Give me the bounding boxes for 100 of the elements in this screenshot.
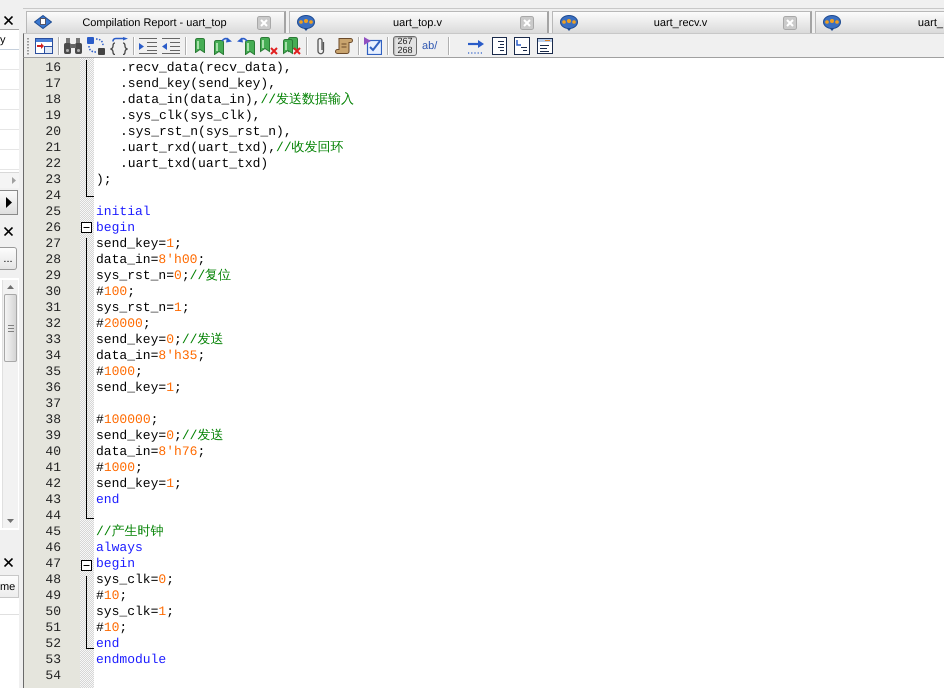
outdent-icon[interactable] (162, 38, 180, 54)
code-line: sys_rst_n=0;//复位 (96, 268, 232, 283)
tab[interactable]: uart_top.v (289, 11, 549, 33)
bookmark-arrow-icon[interactable] (237, 36, 255, 54)
indent-icon[interactable] (139, 38, 157, 54)
line-number: 38 (45, 412, 61, 428)
window-lines-icon[interactable] (537, 38, 554, 54)
document-lines-icon[interactable] (492, 36, 508, 54)
collapse-icon[interactable] (81, 222, 92, 233)
line-number: 44 (45, 508, 61, 524)
code-line: #10; (96, 588, 128, 603)
line-number: 51 (45, 620, 61, 636)
close-icon[interactable] (4, 226, 13, 236)
code-line: send_key=0;//发送 (96, 332, 224, 347)
checkbox-icon[interactable] (364, 36, 382, 54)
code-line: .uart_txd(uart_txd) (120, 156, 268, 171)
line-number: 30 (45, 284, 61, 300)
tab[interactable]: Compilation Report - uart_top (26, 11, 286, 33)
speech-bubble-icon (297, 14, 315, 30)
code-line: send_key=1; (96, 380, 182, 395)
scroll-thumb[interactable] (4, 294, 17, 362)
bookmarks-delete-icon[interactable] (283, 36, 301, 54)
close-icon[interactable] (4, 558, 13, 567)
tab[interactable]: uart_recv.v (552, 11, 812, 33)
bookmark-arrow-icon[interactable] (214, 36, 232, 54)
code-line: #10; (96, 620, 128, 635)
list-item[interactable]: y (0, 34, 6, 46)
line-number: 43 (45, 492, 61, 508)
code-line: sys_rst_n=1; (96, 300, 190, 315)
scroll-up-icon[interactable] (7, 285, 14, 289)
line-number: 52 (45, 636, 61, 652)
line-number: 46 (45, 540, 61, 556)
tab[interactable]: uart_ (815, 11, 944, 33)
collapse-icon[interactable] (81, 560, 92, 571)
bookmark-delete-icon[interactable] (260, 36, 278, 54)
line-number: 41 (45, 460, 61, 476)
line-number: 54 (45, 668, 61, 684)
line-number: 23 (45, 172, 61, 188)
code-line: begin (96, 220, 136, 235)
vertical-scrollbar[interactable] (2, 280, 18, 528)
code-line: initial (96, 204, 151, 219)
line-number: 17 (45, 76, 61, 92)
horizontal-scrollbar[interactable] (0, 172, 19, 188)
window-icon[interactable] (35, 38, 53, 54)
line-number: 42 (45, 476, 61, 492)
binoculars-icon[interactable] (64, 38, 82, 54)
speech-bubble-icon (560, 14, 578, 30)
line-number: 35 (45, 364, 61, 380)
line-number: 20 (45, 124, 61, 140)
line-numbers-button[interactable]: 267 268 (393, 36, 417, 56)
code-line: .send_key(send_key), (120, 76, 276, 91)
line-number: 18 (45, 92, 61, 108)
code-line: .data_in(data_in),//发送数据输入 (120, 92, 354, 107)
code-line: sys_clk=0; (96, 572, 174, 587)
code-line: #100; (96, 284, 136, 299)
swap-icon[interactable] (87, 36, 105, 54)
close-icon[interactable] (4, 16, 13, 24)
line-number: 28 (45, 252, 61, 268)
braces-arrow-icon[interactable] (110, 36, 128, 54)
bookmark-icon[interactable] (195, 38, 205, 53)
code-line: //产生时钟 (96, 524, 164, 539)
code-line: begin (96, 556, 136, 571)
line-number: 34 (45, 348, 61, 364)
line-number: 45 (45, 524, 61, 540)
line-number: 29 (45, 268, 61, 284)
right-triangle-icon (6, 197, 12, 208)
code-line: #100000; (96, 412, 158, 427)
line-number: 21 (45, 140, 61, 156)
grip-icon[interactable] (27, 36, 30, 54)
line-number: 39 (45, 428, 61, 444)
line-number: 27 (45, 236, 61, 252)
code-line: send_key=0;//发送 (96, 428, 224, 443)
line-number: 49 (45, 588, 61, 604)
line-number: 53 (45, 652, 61, 668)
code-line: .recv_data(recv_data), (120, 60, 292, 75)
code-line: end (96, 636, 120, 651)
code-line: data_in=8'h76; (96, 444, 206, 459)
text-button[interactable]: ab/ (422, 40, 438, 52)
line-number: 22 (45, 156, 61, 172)
scroll-icon[interactable] (335, 38, 353, 54)
ellipsis-button[interactable]: ... (0, 247, 17, 270)
document-icon[interactable] (514, 36, 530, 54)
code-line: send_key=1; (96, 236, 182, 251)
line-number: 33 (45, 332, 61, 348)
line-number: 50 (45, 604, 61, 620)
line-number: 19 (45, 108, 61, 124)
scroll-down-icon[interactable] (7, 519, 14, 523)
code-line: .sys_clk(sys_clk), (120, 108, 260, 123)
line-number: 26 (45, 220, 61, 236)
code-line: sys_clk=1; (96, 604, 174, 619)
code-line: end (96, 492, 120, 507)
arrow-icon[interactable] (468, 38, 484, 54)
code-line: ); (96, 172, 112, 187)
line-number: 37 (45, 396, 61, 412)
paperclip-icon[interactable] (317, 36, 325, 54)
code-line: .uart_rxd(uart_txd),//收发回环 (120, 140, 344, 155)
line-number: 48 (45, 572, 61, 588)
expand-button[interactable] (0, 190, 18, 215)
code-line: data_in=8'h00; (96, 252, 206, 267)
line-number: 47 (45, 556, 61, 572)
